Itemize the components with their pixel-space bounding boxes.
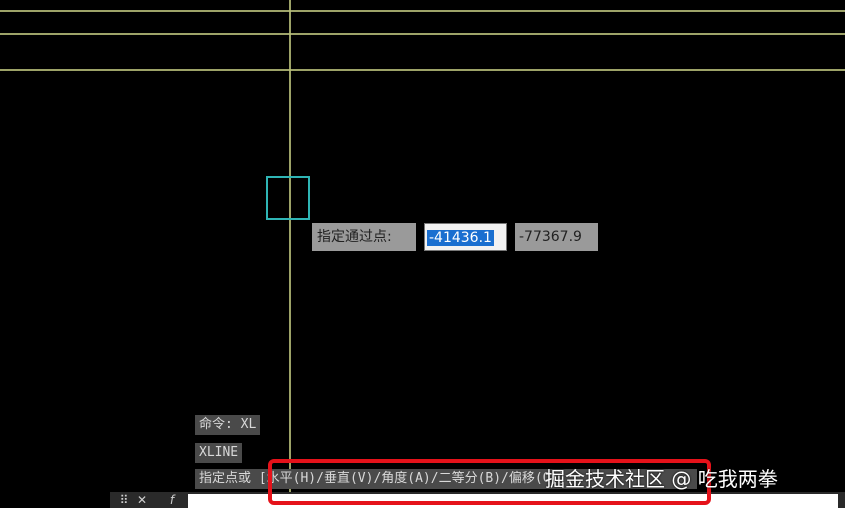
construction-line-vertical bbox=[289, 0, 291, 508]
command-history-line: XLINE bbox=[195, 443, 243, 463]
construction-line-horizontal-2 bbox=[0, 33, 845, 35]
dynamic-input-x-field[interactable]: -41436.1 bbox=[424, 223, 507, 251]
construction-line-horizontal-3 bbox=[0, 69, 845, 71]
close-icon[interactable]: ✕ bbox=[132, 492, 152, 508]
x-value: -41436.1 bbox=[427, 230, 494, 246]
grip-icon[interactable]: ⠿ bbox=[114, 492, 134, 508]
construction-line-horizontal-1 bbox=[0, 10, 845, 12]
drawing-canvas[interactable]: 指定通过点: -41436.1 -77367.9 bbox=[0, 0, 845, 508]
cursor-pickbox bbox=[266, 176, 310, 220]
dynamic-input-y-field[interactable]: -77367.9 bbox=[515, 223, 598, 251]
dynamic-input-prompt: 指定通过点: bbox=[312, 223, 416, 251]
fx-icon[interactable]: f bbox=[162, 492, 182, 508]
watermark: 掘金技术社区 @ 吃我两拳 bbox=[545, 467, 778, 491]
command-history-line: 命令: XL bbox=[195, 415, 261, 435]
